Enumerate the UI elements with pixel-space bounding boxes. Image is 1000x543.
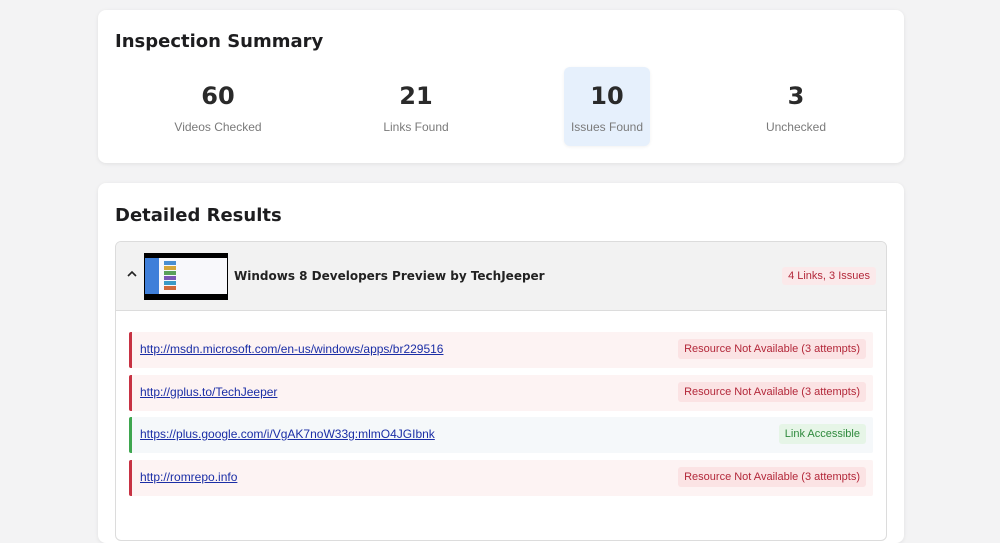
inspection-summary-card: Inspection Summary 60 Videos Checked 21 … xyxy=(98,10,904,163)
summary-title: Inspection Summary xyxy=(115,31,324,52)
link-row: http://msdn.microsoft.com/en-us/windows/… xyxy=(129,332,873,368)
stat-label: Links Found xyxy=(383,120,449,134)
status-badge: Resource Not Available (3 attempts) xyxy=(678,339,866,359)
link-url[interactable]: https://plus.google.com/i/VgAK7noW33g:ml… xyxy=(140,427,435,441)
video-header[interactable]: Windows 8 Developers Preview by TechJeep… xyxy=(116,242,886,311)
stat-value: 10 xyxy=(590,82,624,110)
link-row: http://gplus.to/TechJeeper Resource Not … xyxy=(129,375,873,411)
chevron-up-icon[interactable] xyxy=(127,269,137,279)
video-result-panel: Windows 8 Developers Preview by TechJeep… xyxy=(115,241,887,541)
link-url[interactable]: http://gplus.to/TechJeeper xyxy=(140,385,277,399)
link-url[interactable]: http://romrepo.info xyxy=(140,470,237,484)
issues-badge: 4 Links, 3 Issues xyxy=(782,267,876,285)
link-row: https://plus.google.com/i/VgAK7noW33g:ml… xyxy=(129,417,873,453)
stat-value: 3 xyxy=(787,82,805,110)
stat-value: 21 xyxy=(399,82,433,110)
stat-value: 60 xyxy=(201,82,235,110)
results-title: Detailed Results xyxy=(115,205,282,226)
link-url[interactable]: http://msdn.microsoft.com/en-us/windows/… xyxy=(140,342,443,356)
status-badge: Resource Not Available (3 attempts) xyxy=(678,467,866,487)
stat-label: Issues Found xyxy=(570,120,644,134)
stat-videos-checked: 60 Videos Checked xyxy=(174,67,261,146)
link-row: http://romrepo.info Resource Not Availab… xyxy=(129,460,873,496)
stat-links-found: 21 Links Found xyxy=(373,67,459,146)
stat-unchecked: 3 Unchecked xyxy=(753,67,839,146)
stat-label: Unchecked xyxy=(765,120,827,134)
detailed-results-card: Detailed Results Windows 8 Developers Pr… xyxy=(98,183,904,543)
status-badge: Resource Not Available (3 attempts) xyxy=(678,382,866,402)
video-title: Windows 8 Developers Preview by TechJeep… xyxy=(234,269,545,283)
stat-label: Videos Checked xyxy=(174,120,262,134)
video-thumbnail[interactable] xyxy=(144,253,228,300)
stat-issues-found[interactable]: 10 Issues Found xyxy=(564,67,650,146)
status-badge: Link Accessible xyxy=(778,424,866,444)
